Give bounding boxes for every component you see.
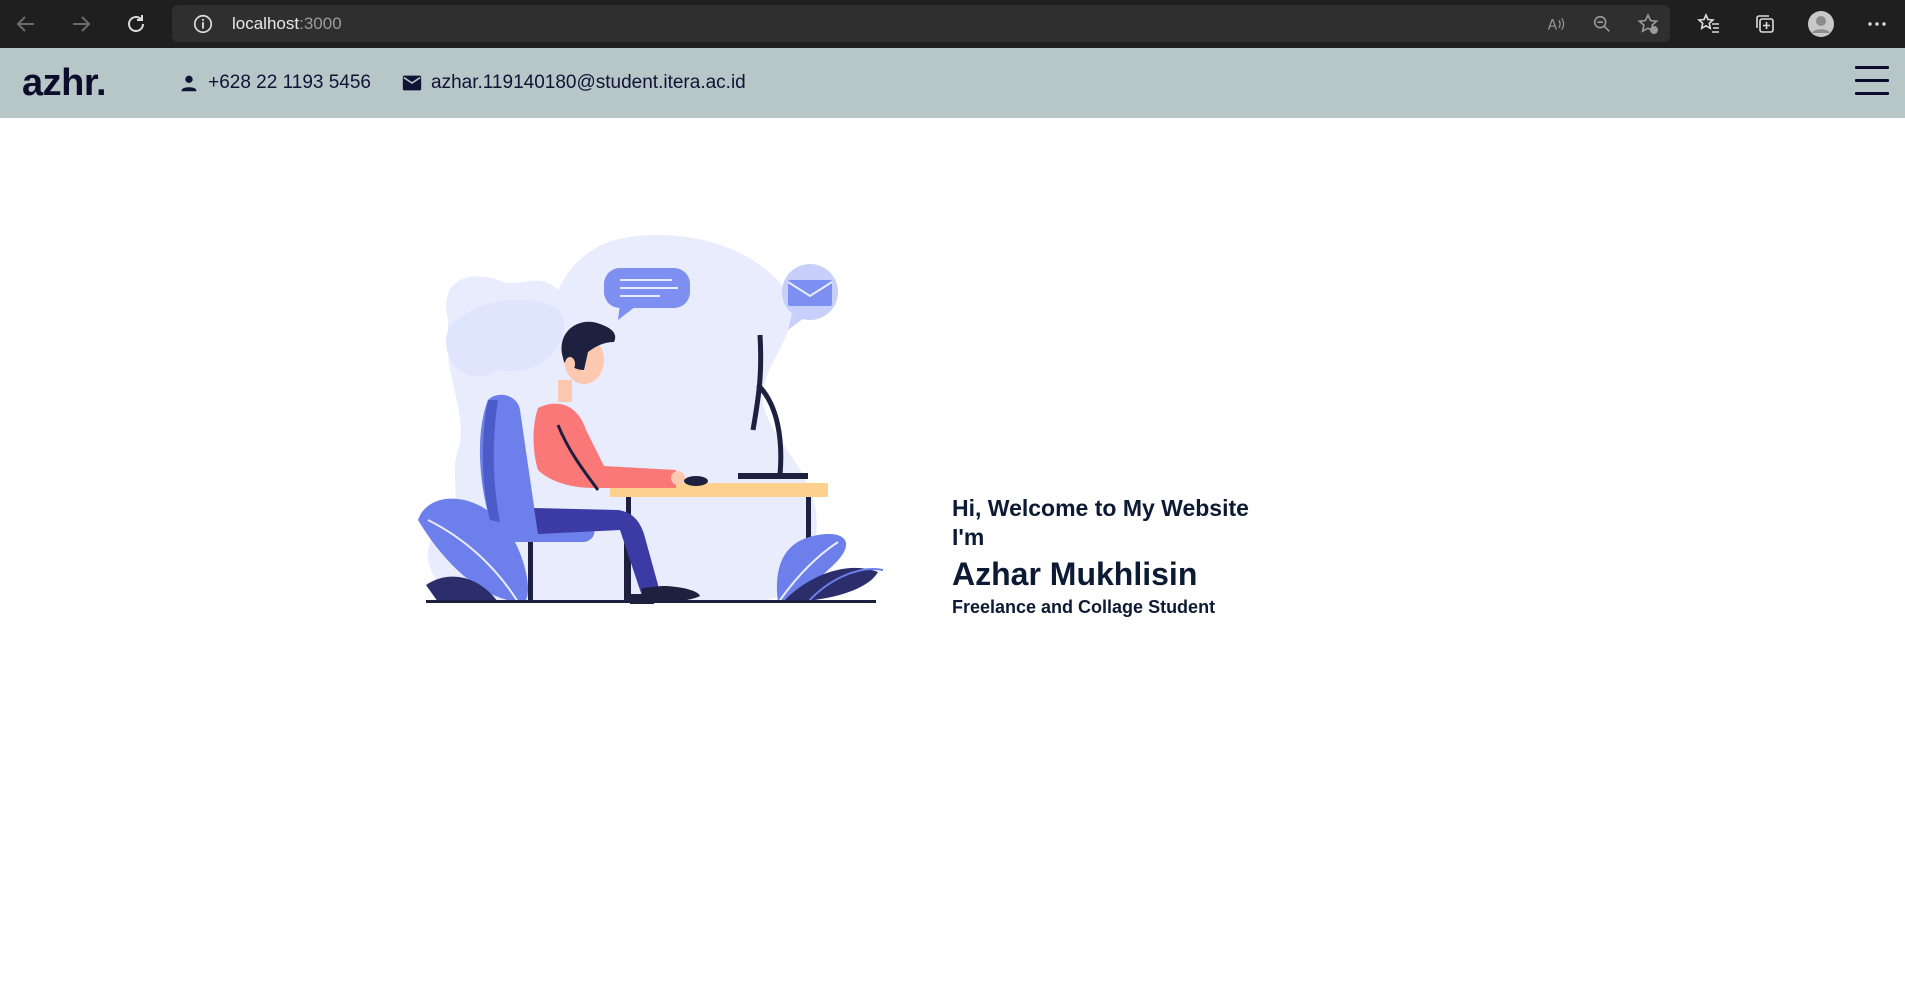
more-button[interactable] [1849,0,1905,48]
hero-illustration [418,235,884,604]
brand-logo[interactable]: azhr. [22,62,107,105]
phone-number: +628 22 1193 5456 [208,72,372,93]
browser-toolbar: localhost:3000 A [0,0,1905,48]
more-icon [1868,22,1886,26]
refresh-button[interactable] [116,4,156,44]
person-icon [181,75,197,92]
hero-text: Hi, Welcome to My Website I'm Azhar Mukh… [952,494,1249,618]
refresh-icon [128,15,144,32]
hero-role: Freelance and Collage Student [952,597,1216,617]
zoom-icon[interactable] [1590,12,1614,36]
hero-name: Azhar Mukhlisin [952,556,1198,592]
collections-button[interactable] [1737,0,1793,48]
hero-intro: I'm [952,524,985,550]
url-host: localhost [232,13,300,33]
forward-button[interactable] [61,4,101,44]
info-icon[interactable] [192,13,214,35]
forward-icon [73,16,91,32]
site-header: azhr. +628 22 1193 5456 azhar.119140180@… [0,48,1905,118]
url-text[interactable]: localhost:3000 [232,14,342,34]
hero-greeting: Hi, Welcome to My Website [952,495,1249,521]
email-address: azhar.119140180@student.itera.ac.id [431,72,746,93]
collections-icon [1756,15,1774,33]
favorites-button[interactable] [1681,0,1737,48]
floor-line [426,600,876,603]
back-icon [16,16,34,32]
phone-contact[interactable]: +628 22 1193 5456 [178,72,371,94]
svg-text:A: A [1548,17,1558,33]
address-bar[interactable]: localhost:3000 A [172,5,1670,42]
hamburger-menu-icon[interactable] [1855,66,1889,96]
profile-icon [1808,11,1834,37]
mail-icon [402,75,422,91]
email-contact[interactable]: azhar.119140180@student.itera.ac.id [401,72,746,94]
back-button[interactable] [6,4,46,44]
profile-button[interactable] [1793,0,1849,48]
favorites-icon [1697,13,1719,33]
add-favorite-icon[interactable] [1636,12,1660,36]
url-port: :3000 [299,13,342,33]
read-aloud-icon[interactable]: A [1544,12,1568,36]
